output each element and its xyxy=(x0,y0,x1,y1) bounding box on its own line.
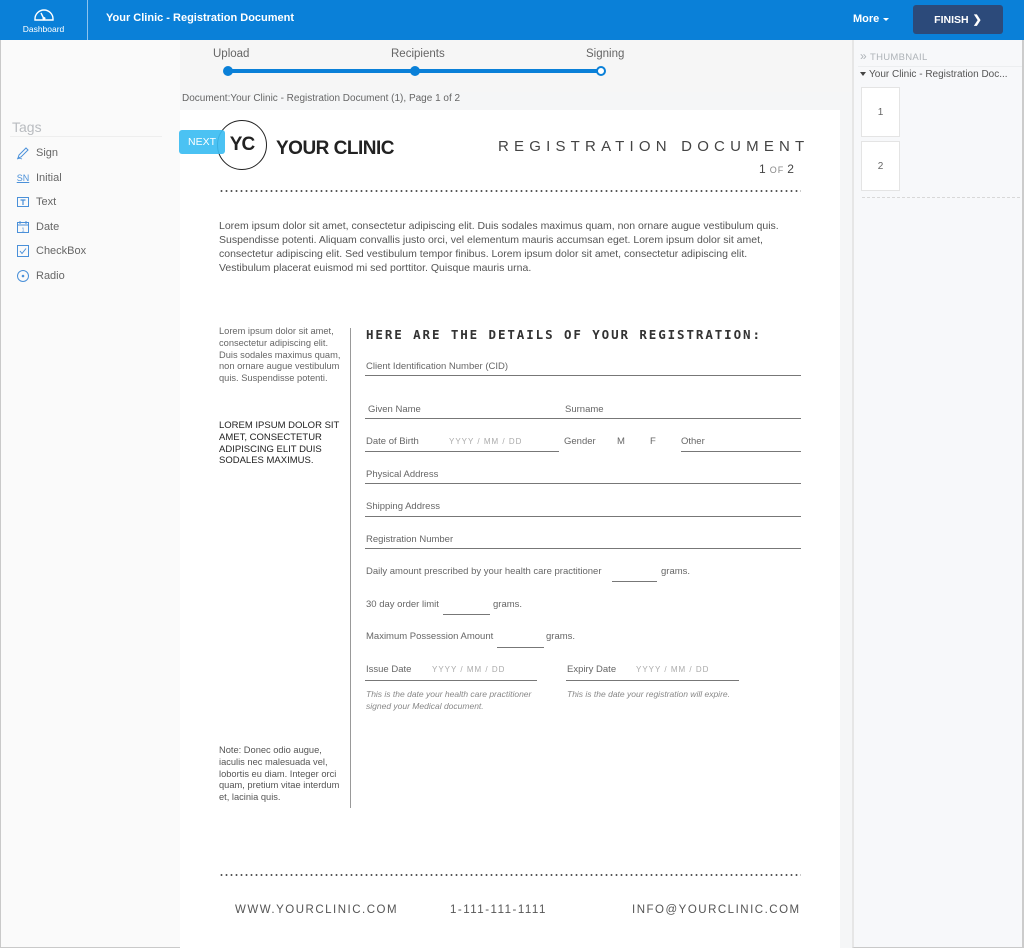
expiry-date-hint: This is the date your registration will … xyxy=(567,689,730,699)
tag-date[interactable]: 1 Date xyxy=(16,218,59,236)
tag-label: Initial xyxy=(36,172,62,184)
document-heading: REGISTRATION DOCUMENT xyxy=(498,138,810,155)
caret-down-icon xyxy=(883,17,890,21)
step-dot-recipients xyxy=(410,66,420,76)
dob-field[interactable] xyxy=(365,438,559,452)
tag-label: Text xyxy=(36,196,57,208)
divider xyxy=(858,66,1022,67)
thumbnail-document-name: Your Clinic - Registration Doc... xyxy=(869,69,1008,80)
gender-f-option[interactable]: F xyxy=(650,436,656,447)
pen-icon xyxy=(16,146,30,160)
expiry-date-field[interactable] xyxy=(566,667,739,681)
step-recipients[interactable]: Recipients xyxy=(391,48,445,60)
progress-stepper: Upload Recipients Signing xyxy=(180,40,852,92)
thumbnail-page-2[interactable]: 2 xyxy=(861,141,900,191)
physical-address-field[interactable] xyxy=(365,470,801,484)
more-menu-button[interactable]: More xyxy=(853,13,890,25)
issue-date-field[interactable] xyxy=(365,667,537,681)
footer-email: INFO@YOURCLINIC.COM xyxy=(632,904,801,916)
max-possession-label: Maximum Possession Amount xyxy=(366,631,494,642)
text-field-icon xyxy=(16,195,30,209)
name-field[interactable] xyxy=(365,405,801,419)
svg-text:1: 1 xyxy=(21,228,24,234)
page-total: 2 xyxy=(787,162,795,176)
page-counter: 1 OF 2 xyxy=(759,162,795,176)
clinic-name: YOUR CLINIC xyxy=(276,138,395,159)
step-upload[interactable]: Upload xyxy=(213,48,249,60)
double-chevron-icon: » xyxy=(860,49,867,63)
top-bar: Dashboard Your Clinic - Registration Doc… xyxy=(0,0,1024,40)
max-possession-field[interactable] xyxy=(497,634,544,648)
grams-label: grams. xyxy=(493,599,523,610)
thumbnail-document-toggle[interactable]: Your Clinic - Registration Doc... xyxy=(860,69,1008,80)
tag-text[interactable]: Text xyxy=(16,193,56,211)
checkbox-icon xyxy=(16,244,30,258)
chevron-right-icon: ❯ xyxy=(972,14,982,26)
tags-title: Tags xyxy=(12,119,42,135)
tag-radio[interactable]: Radio xyxy=(16,267,65,285)
gender-m-option[interactable]: M xyxy=(617,436,625,447)
thumbnail-header[interactable]: » THUMBNAIL xyxy=(860,49,928,63)
tag-initial[interactable]: SN Initial xyxy=(16,169,62,187)
footer-website: WWW.YOURCLINIC.COM xyxy=(235,904,399,916)
footer-divider xyxy=(219,874,801,876)
divider xyxy=(10,136,162,137)
more-label: More xyxy=(853,13,880,25)
gender-label: Gender xyxy=(564,436,596,447)
tags-sidebar: Tags Sign SN Initial Text 1 Date CheckBo… xyxy=(0,40,180,948)
intro-paragraph: Lorem ipsum dolor sit amet, consectetur … xyxy=(219,220,779,274)
tag-label: Sign xyxy=(36,147,59,159)
gauge-icon xyxy=(33,9,54,21)
document-info: Document:Your Clinic - Registration Docu… xyxy=(182,93,461,104)
page-of: OF xyxy=(769,165,785,175)
thumbnail-title: THUMBNAIL xyxy=(869,52,928,63)
issue-date-hint: This is the date your health care practi… xyxy=(366,689,532,711)
dashboard-button[interactable]: Dashboard xyxy=(0,0,88,40)
order-limit-label: 30 day order limit xyxy=(366,599,439,610)
thumbnail-page-1[interactable]: 1 xyxy=(861,87,900,137)
side-bold-text: LOREM IPSUM DOLOR SIT AMET, CONSECTETUR … xyxy=(219,420,340,467)
calendar-icon: 1 xyxy=(16,220,30,234)
step-signing[interactable]: Signing xyxy=(586,48,624,60)
finish-button[interactable]: FINISH ❯ xyxy=(913,5,1003,34)
tag-label: Date xyxy=(36,221,60,233)
daily-amount-field[interactable] xyxy=(612,568,657,582)
tag-label: Radio xyxy=(36,270,65,282)
gender-other-field[interactable] xyxy=(681,438,801,452)
document-title: Your Clinic - Registration Document xyxy=(106,12,295,24)
order-limit-field[interactable] xyxy=(443,601,490,615)
caret-down-icon xyxy=(860,72,866,77)
registration-number-field[interactable] xyxy=(365,535,801,549)
thumbnail-panel: » THUMBNAIL Your Clinic - Registration Do… xyxy=(852,40,1024,948)
tag-label: CheckBox xyxy=(36,245,87,257)
side-note: Note: Donec odio augue, iaculis nec male… xyxy=(219,745,340,803)
daily-amount-label: Daily amount prescribed by your health c… xyxy=(366,566,602,577)
shipping-address-field[interactable] xyxy=(365,503,801,517)
column-divider xyxy=(350,328,351,808)
cid-field[interactable] xyxy=(365,362,801,376)
grams-label: grams. xyxy=(546,631,576,642)
initials-icon: SN xyxy=(16,173,30,183)
divider xyxy=(862,197,1020,198)
header-divider xyxy=(219,190,801,192)
step-dot-signing xyxy=(596,66,606,76)
tag-checkbox[interactable]: CheckBox xyxy=(16,242,86,260)
radio-icon xyxy=(16,269,30,283)
next-button[interactable]: NEXT xyxy=(179,130,225,154)
finish-label: FINISH xyxy=(934,13,969,26)
page-current: 1 xyxy=(759,162,767,176)
details-heading: HERE ARE THE DETAILS OF YOUR REGISTRATIO… xyxy=(366,327,762,342)
footer-phone: 1-111-111-1111 xyxy=(450,904,547,916)
step-dot-upload xyxy=(223,66,233,76)
tag-sign[interactable]: Sign xyxy=(16,144,58,162)
side-text: Lorem ipsum dolor sit amet, consectetur … xyxy=(219,326,341,384)
grams-label: grams. xyxy=(661,566,691,577)
dashboard-label: Dashboard xyxy=(22,24,65,34)
